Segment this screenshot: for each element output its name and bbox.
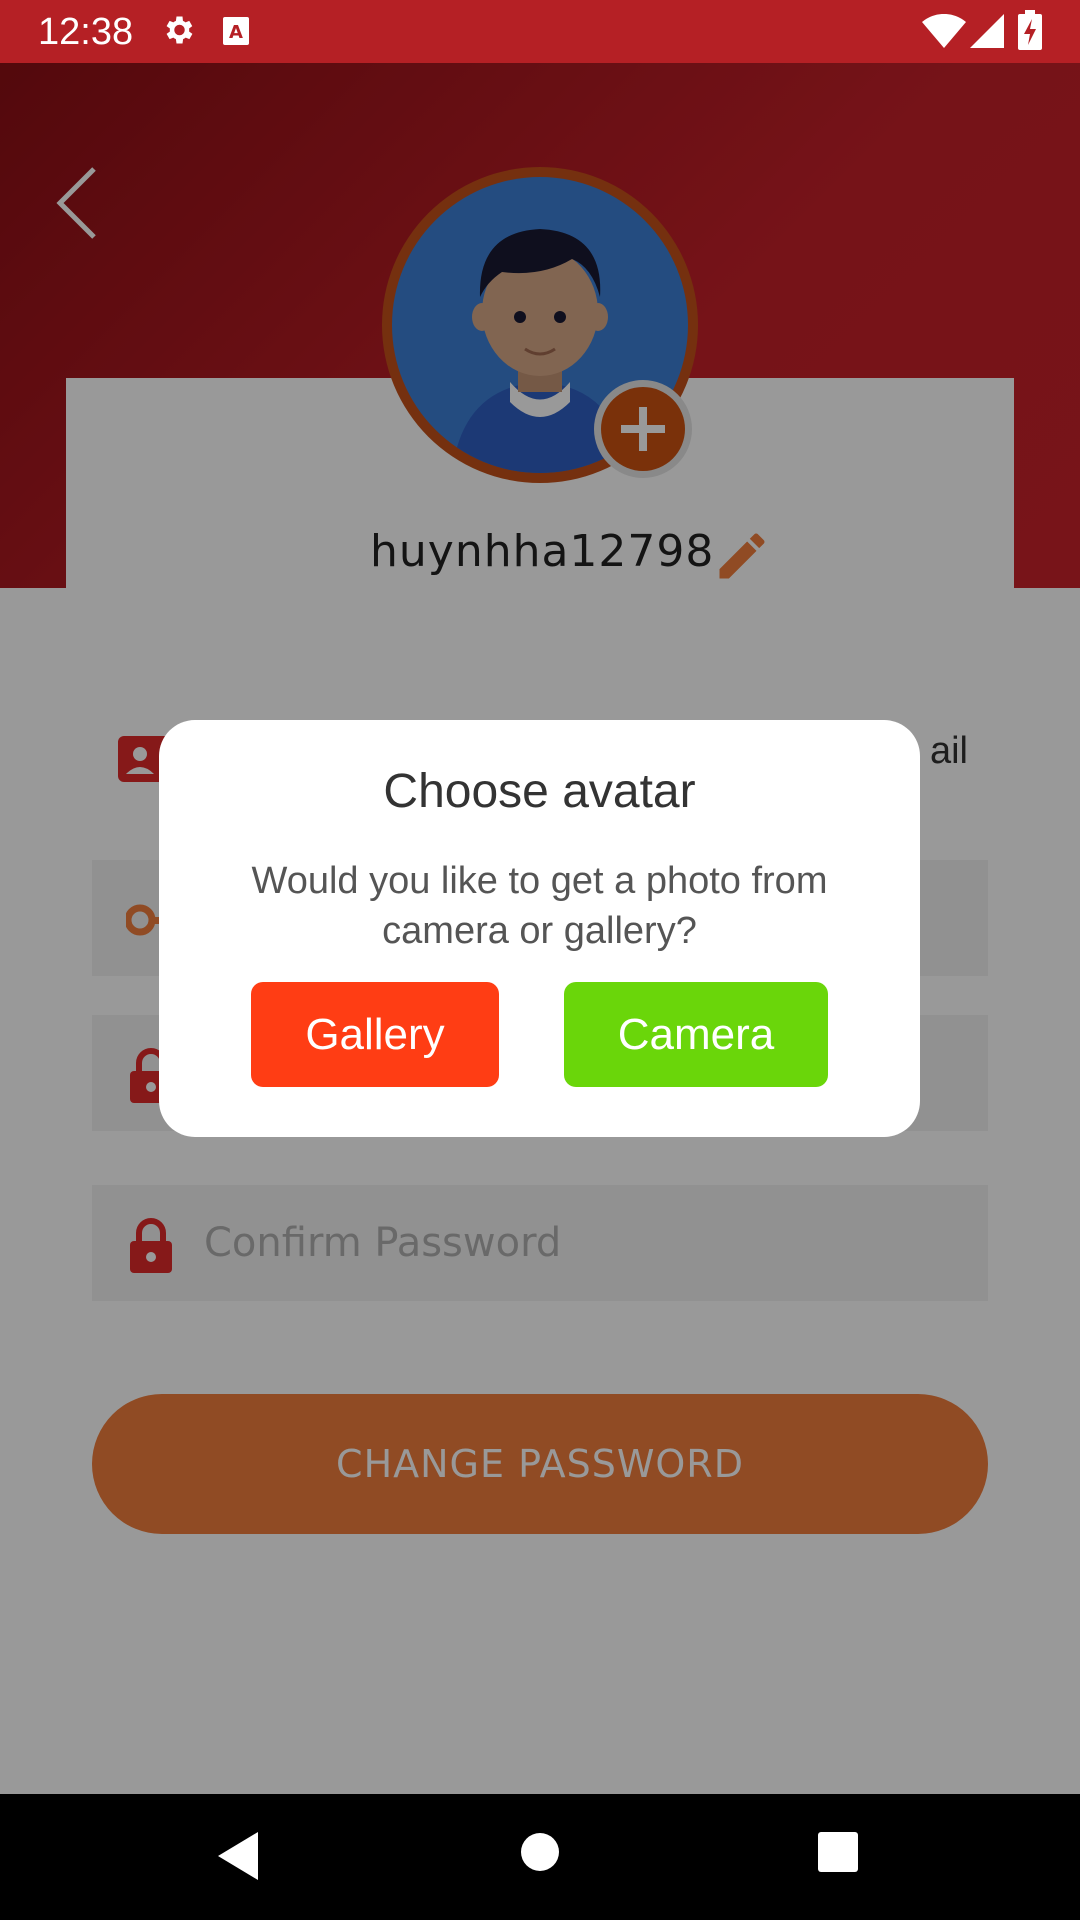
keyboard-a-icon: A [223, 17, 249, 45]
choose-avatar-dialog: Choose avatar Would you like to get a ph… [159, 720, 920, 1137]
svg-text:A: A [229, 22, 243, 43]
nav-recents-icon[interactable] [818, 1832, 858, 1872]
gallery-button[interactable]: Gallery [251, 982, 499, 1087]
status-bar: 12:38 A [0, 0, 1080, 63]
signal-icon [970, 14, 1004, 48]
camera-button[interactable]: Camera [564, 982, 828, 1087]
dialog-message: Would you like to get a photo from camer… [251, 860, 828, 952]
nav-back-icon[interactable] [218, 1832, 258, 1880]
battery-icon [1018, 10, 1042, 50]
status-time: 12:38 [38, 11, 134, 53]
wifi-icon [922, 14, 966, 48]
system-nav-bar [0, 1794, 1080, 1920]
nav-home-icon[interactable] [520, 1832, 560, 1872]
settings-icon [166, 16, 193, 44]
dialog-title: Choose avatar [383, 765, 696, 818]
